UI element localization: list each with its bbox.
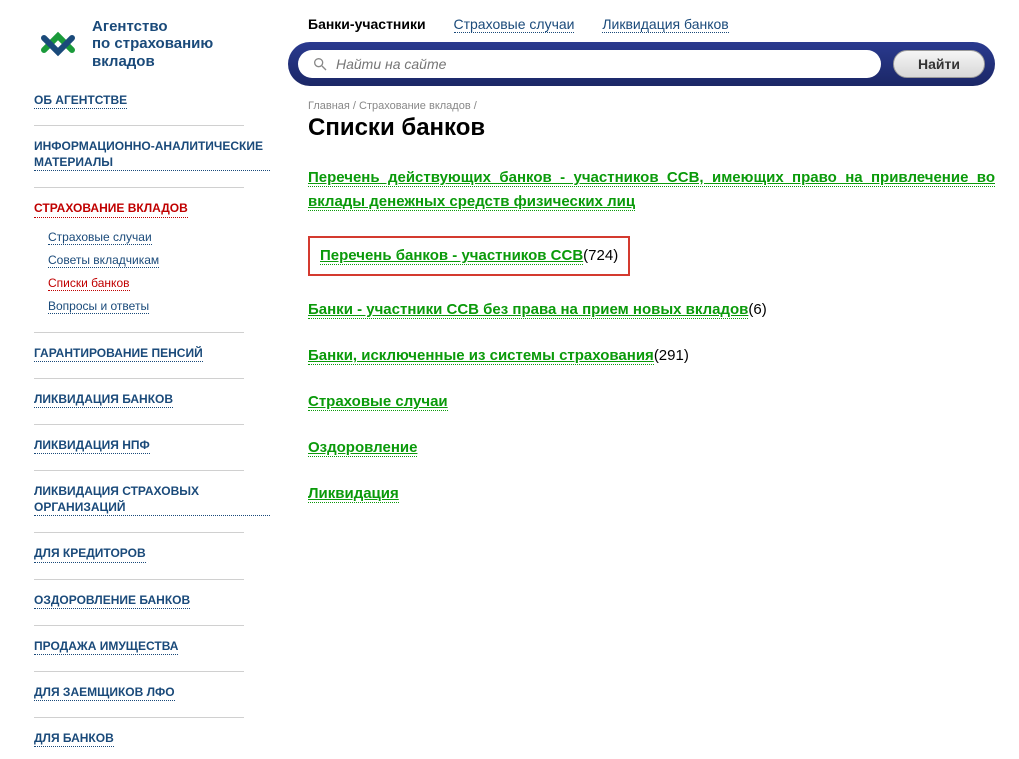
count-participants: (724) xyxy=(583,247,618,264)
search-input[interactable] xyxy=(336,56,867,72)
nav-for-banks[interactable]: ДЛЯ БАНКОВ xyxy=(34,730,114,747)
highlighted-link-box: Перечень банков - участников ССВ(724) xyxy=(308,236,630,276)
nav-insurance[interactable]: СТРАХОВАНИЕ ВКЛАДОВ xyxy=(34,200,188,217)
tab-cases[interactable]: Страховые случаи xyxy=(454,16,575,33)
nav-analytics[interactable]: ИНФОРМАЦИОННО-АНАЛИТИЧЕСКИЕ МАТЕРИАЛЫ xyxy=(34,138,270,171)
divider xyxy=(34,579,244,580)
search-icon xyxy=(312,56,328,72)
page-title: Списки банков xyxy=(308,114,995,142)
divider xyxy=(34,671,244,672)
link-excluded[interactable]: Банки, исключенные из системы страховани… xyxy=(308,347,654,365)
search-bar: Найти xyxy=(288,42,995,86)
logo[interactable]: Агентство по страхованию вкладов xyxy=(34,18,270,70)
divider xyxy=(34,378,244,379)
divider xyxy=(34,125,244,126)
nav-borrowers[interactable]: ДЛЯ ЗАЕМЩИКОВ ЛФО xyxy=(34,684,175,701)
count-excluded: (291) xyxy=(654,347,689,364)
divider xyxy=(34,532,244,533)
nav-liq-npf[interactable]: ЛИКВИДАЦИЯ НПФ xyxy=(34,437,150,454)
subnav-lists[interactable]: Списки банков xyxy=(48,276,130,291)
tab-banks[interactable]: Банки-участники xyxy=(308,16,426,32)
link-recovery[interactable]: Оздоровление xyxy=(308,439,417,457)
nav-pension[interactable]: ГАРАНТИРОВАНИЕ ПЕНСИЙ xyxy=(34,345,203,362)
divider xyxy=(34,625,244,626)
nav-creditors[interactable]: ДЛЯ КРЕДИТОРОВ xyxy=(34,545,146,562)
logo-icon xyxy=(34,20,82,68)
divider xyxy=(34,470,244,471)
nav-liq-banks[interactable]: ЛИКВИДАЦИЯ БАНКОВ xyxy=(34,391,173,408)
nav-sale[interactable]: ПРОДАЖА ИМУЩЕСТВА xyxy=(34,638,178,655)
nav-liq-ins[interactable]: ЛИКВИДАЦИЯ СТРАХОВЫХ ОРГАНИЗАЦИЙ xyxy=(34,483,270,516)
divider xyxy=(34,717,244,718)
top-tabs: Банки-участники Страховые случаи Ликвида… xyxy=(288,16,995,32)
link-active-banks[interactable]: Перечень действующих банков - участников… xyxy=(308,169,995,211)
subnav-qa[interactable]: Вопросы и ответы xyxy=(48,299,149,314)
link-liquidation[interactable]: Ликвидация xyxy=(308,485,399,503)
breadcrumb: Главная / Страхование вкладов / xyxy=(308,100,995,112)
tab-liquidation[interactable]: Ликвидация банков xyxy=(602,16,728,33)
nav-recover[interactable]: ОЗДОРОВЛЕНИЕ БАНКОВ xyxy=(34,592,190,609)
sidebar-nav: ОБ АГЕНТСТВЕ ИНФОРМАЦИОННО-АНАЛИТИЧЕСКИЕ… xyxy=(34,92,270,759)
content-links: Перечень действующих банков - участников… xyxy=(308,166,995,506)
logo-text: Агентство по страхованию вкладов xyxy=(92,18,213,70)
divider xyxy=(34,332,244,333)
subnav-advice[interactable]: Советы вкладчикам xyxy=(48,253,159,268)
nav-about[interactable]: ОБ АГЕНТСТВЕ xyxy=(34,92,127,109)
link-participants[interactable]: Перечень банков - участников ССВ xyxy=(320,247,583,265)
subnav-cases[interactable]: Страховые случаи xyxy=(48,230,152,245)
divider xyxy=(34,424,244,425)
link-insurance-cases[interactable]: Страховые случаи xyxy=(308,393,448,411)
search-field-wrap xyxy=(298,50,881,78)
count-no-new: (6) xyxy=(748,301,766,318)
link-no-new-deposits[interactable]: Банки - участники ССВ без права на прием… xyxy=(308,301,748,319)
search-button[interactable]: Найти xyxy=(893,50,985,78)
divider xyxy=(34,187,244,188)
